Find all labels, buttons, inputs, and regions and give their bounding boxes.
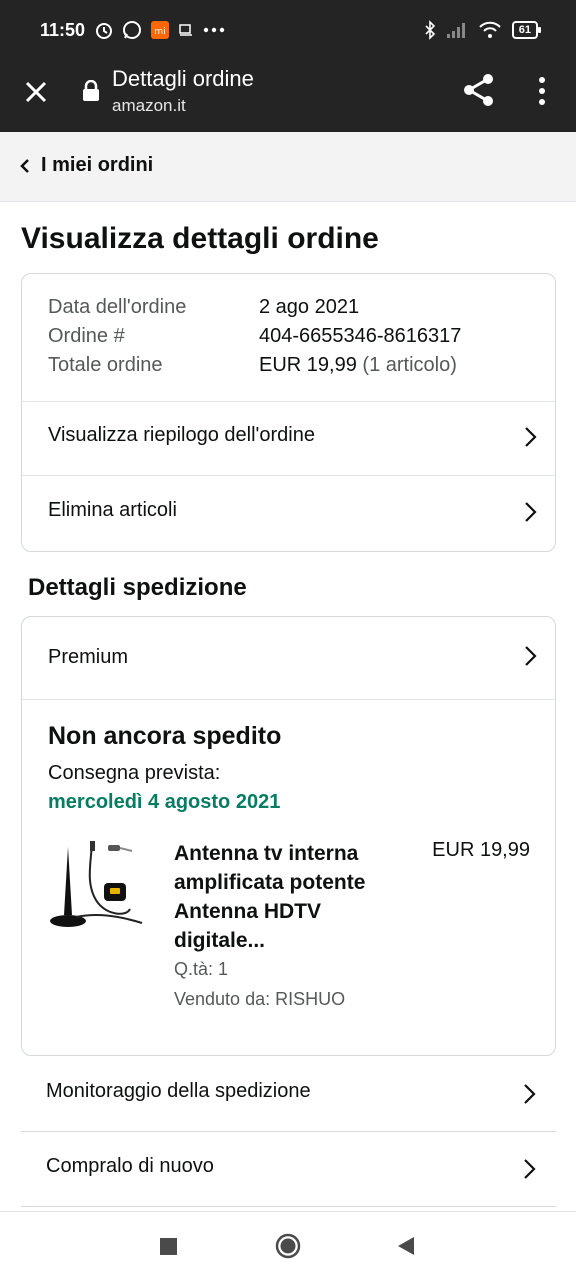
toolbar-url[interactable]: amazon.it (112, 96, 186, 116)
track-shipment-label: Monitoraggio della spedizione (46, 1080, 311, 1102)
status-icons-left: mi (94, 20, 226, 40)
more-notifications-icon (203, 27, 225, 33)
buy-again-label: Compralo di nuovo (46, 1155, 214, 1177)
divider (22, 699, 555, 700)
home-icon[interactable] (275, 1233, 301, 1259)
order-number-label: Ordine # (48, 325, 125, 347)
breadcrumb[interactable]: I miei ordini (0, 132, 576, 202)
chevron-right-icon (524, 1159, 536, 1179)
order-date-label: Data dell'ordine (48, 296, 187, 318)
whatsapp-icon (123, 21, 141, 39)
notification-icon (179, 24, 192, 36)
navigation-bar (0, 1211, 576, 1280)
product-quantity: Q.tà: 1 (174, 959, 229, 979)
shipping-section-title: Dettagli spedizione (28, 574, 247, 601)
order-date-value: 2 ago 2021 (259, 296, 360, 318)
delete-items-row[interactable]: Elimina articoli (22, 476, 555, 551)
order-total-label: Totale ordine (48, 354, 163, 376)
shipment-card: Premium Non ancora spedito Consegna prev… (21, 616, 556, 1056)
order-number-value: 404-6655346-8616317 (259, 325, 462, 347)
view-order-summary-row[interactable]: Visualizza riepilogo dell'ordine (22, 402, 555, 475)
signal-icon (446, 23, 465, 38)
svg-text:mi: mi (154, 27, 165, 37)
chevron-right-icon (525, 427, 537, 447)
share-icon[interactable] (462, 72, 496, 108)
order-total-items: (1 articolo) (362, 354, 457, 376)
track-shipment-row[interactable]: Monitoraggio della spedizione (21, 1057, 556, 1132)
view-order-summary-label: Visualizza riepilogo dell'ordine (48, 424, 315, 446)
toolbar-title: Dettagli ordine (112, 66, 254, 91)
buy-again-row[interactable]: Compralo di nuovo (21, 1132, 556, 1207)
chevron-right-icon (525, 646, 537, 666)
delete-items-label: Elimina articoli (48, 499, 177, 521)
recents-icon[interactable] (160, 1238, 177, 1255)
wifi-icon (479, 21, 501, 38)
chevron-left-icon (20, 159, 29, 173)
page-title: Visualizza dettagli ordine (21, 222, 379, 255)
product-title[interactable]: Antenna tv interna amplificata potente A… (174, 839, 404, 955)
status-icons-right: 61 (424, 20, 542, 40)
order-total-amount: EUR 19,99 (259, 354, 357, 376)
back-icon[interactable] (397, 1236, 415, 1256)
bluetooth-icon (425, 20, 435, 40)
shipping-method-row[interactable]: Premium (22, 617, 555, 699)
close-icon[interactable] (18, 74, 54, 110)
mi-app-icon: mi (151, 21, 169, 39)
shipment-status: Non ancora spedito (48, 722, 282, 750)
order-summary-card: Data dell'ordine 2 ago 2021 Ordine # 404… (21, 273, 556, 552)
lock-icon (83, 80, 99, 101)
battery-icon: 61 (511, 21, 542, 39)
delivery-label: Consegna prevista: (48, 762, 221, 784)
breadcrumb-label[interactable]: I miei ordini (41, 154, 153, 177)
status-time: 11:50 (40, 20, 86, 40)
product-price: EUR 19,99 (432, 839, 530, 861)
chevron-right-icon (524, 1084, 536, 1104)
product-image[interactable] (46, 837, 146, 937)
status-bar: 11:50 mi 61 (0, 0, 576, 62)
alarm-icon (96, 23, 112, 39)
delivery-date: mercoledì 4 agosto 2021 (48, 791, 281, 813)
shipping-method-label: Premium (48, 646, 129, 668)
more-vert-icon[interactable] (530, 74, 554, 108)
product-seller: Venduto da: RISHUO (174, 989, 346, 1009)
chevron-right-icon (525, 502, 537, 522)
order-total-value: EUR 19,99 (1 articolo) (259, 354, 457, 377)
browser-toolbar: Dettagli ordine amazon.it (0, 62, 576, 132)
